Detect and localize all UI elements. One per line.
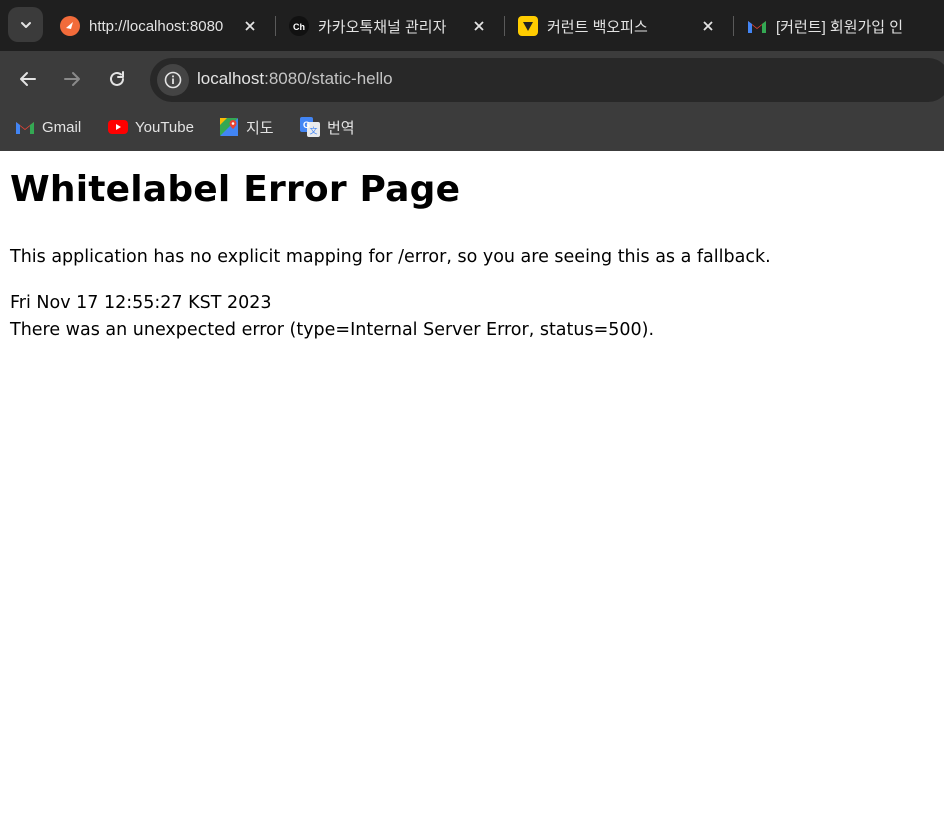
bookmark-label: 번역 xyxy=(327,119,355,137)
tab-separator xyxy=(733,16,734,36)
forward-button[interactable] xyxy=(56,63,88,95)
toolbar: localhost:8080/static-hello xyxy=(0,51,944,107)
arrow-right-icon xyxy=(64,72,80,86)
tab-gmail[interactable]: [커런트] 회원가입 인 xyxy=(747,8,944,44)
maps-icon xyxy=(219,117,239,137)
reload-icon xyxy=(110,71,124,86)
bookmark-maps[interactable]: 지도 xyxy=(219,115,274,139)
bookmark-label: Gmail xyxy=(42,118,82,136)
page-title: Whitelabel Error Page xyxy=(10,169,461,210)
info-icon xyxy=(164,71,182,89)
gmail-icon xyxy=(15,117,35,137)
bookmark-youtube[interactable]: YouTube xyxy=(108,115,194,139)
tab-title: [커런트] 회원가입 인 xyxy=(776,18,904,36)
yellow-shield-icon xyxy=(518,16,538,36)
tab-search-button[interactable] xyxy=(8,7,43,42)
tab-title: http://localhost:8080 xyxy=(89,17,224,35)
page-content: Whitelabel Error Page This application h… xyxy=(0,151,944,832)
gmail-icon xyxy=(747,16,767,36)
close-icon[interactable] xyxy=(698,16,718,36)
url-path: :8080/static-hello xyxy=(264,69,393,88)
tab-localhost[interactable]: http://localhost:8080 xyxy=(60,8,260,44)
tab-title: 카카오톡채널 관리자 xyxy=(318,18,447,36)
tab-current-backoffice[interactable]: 커런트 백오피스 xyxy=(518,8,718,44)
site-info-button[interactable] xyxy=(157,64,189,96)
bookmark-label: 지도 xyxy=(246,119,274,137)
kakao-channel-icon: Ch xyxy=(289,16,309,36)
tab-separator xyxy=(504,16,505,36)
bookmarks-bar: Gmail YouTube 지도 G文 번역 xyxy=(0,107,944,151)
reload-button[interactable] xyxy=(101,63,133,95)
chevron-down-icon xyxy=(20,21,31,28)
error-message: This application has no explicit mapping… xyxy=(10,247,771,267)
address-bar[interactable]: localhost:8080/static-hello xyxy=(150,58,944,102)
error-detail: There was an unexpected error (type=Inte… xyxy=(10,320,655,340)
bookmark-label: YouTube xyxy=(135,118,194,136)
tab-separator xyxy=(275,16,276,36)
url-text[interactable]: localhost:8080/static-hello xyxy=(197,69,393,89)
translate-icon: G文 xyxy=(300,117,320,137)
url-host: localhost xyxy=(197,69,265,88)
back-button[interactable] xyxy=(12,63,44,95)
svg-text:Ch: Ch xyxy=(293,22,305,32)
close-icon[interactable] xyxy=(240,16,260,36)
browser-chrome: http://localhost:8080 Ch 카카오톡채널 관리자 커런트 … xyxy=(0,0,944,151)
arrow-left-icon xyxy=(20,72,36,86)
error-timestamp: Fri Nov 17 12:55:27 KST 2023 xyxy=(10,293,272,313)
close-icon[interactable] xyxy=(469,16,489,36)
tab-title: 커런트 백오피스 xyxy=(547,18,648,36)
svg-text:文: 文 xyxy=(310,126,318,136)
tab-strip: http://localhost:8080 Ch 카카오톡채널 관리자 커런트 … xyxy=(0,0,944,51)
bookmark-translate[interactable]: G文 번역 xyxy=(300,115,355,139)
bookmark-gmail[interactable]: Gmail xyxy=(15,115,81,139)
tab-kakao-channel[interactable]: Ch 카카오톡채널 관리자 xyxy=(289,8,489,44)
youtube-icon xyxy=(108,117,128,137)
orange-leaf-icon xyxy=(60,16,80,36)
